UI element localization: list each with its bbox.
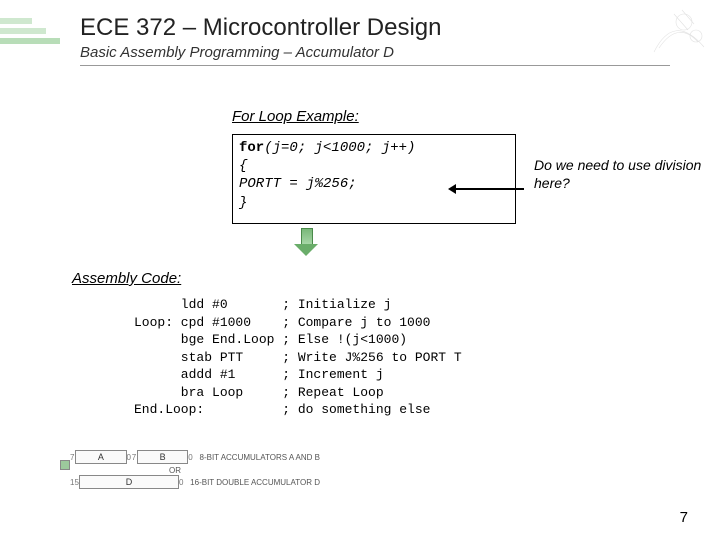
asm-line: End.Loop: ; do something else bbox=[134, 402, 430, 417]
reg-d: D bbox=[79, 475, 179, 489]
asm-line: ldd #0 ; Initialize j bbox=[134, 297, 391, 312]
asm-line: bra Loop ; Repeat Loop bbox=[134, 385, 384, 400]
bit-label: 0 bbox=[188, 453, 193, 462]
code-line-4: } bbox=[239, 194, 509, 212]
accumulator-diagram: 7 A 0 7 B 0 8-BIT ACCUMULATORS A AND B O… bbox=[70, 450, 320, 491]
example-heading: For Loop Example: bbox=[232, 108, 359, 125]
asm-line: stab PTT ; Write J%256 to PORT T bbox=[134, 350, 462, 365]
arrow-left-icon bbox=[454, 188, 524, 190]
code-keyword-for: for bbox=[239, 140, 264, 156]
bullet-icon bbox=[60, 460, 70, 470]
code-line-2: { bbox=[239, 157, 509, 175]
code-line-3: PORTT = j%256; bbox=[239, 175, 509, 193]
page-title: ECE 372 – Microcontroller Design bbox=[80, 14, 680, 42]
arrow-down-icon bbox=[296, 228, 316, 254]
reg-a: A bbox=[75, 450, 126, 464]
annotation-note: Do we need to use division here? bbox=[534, 156, 714, 192]
bit-label: 15 bbox=[70, 478, 79, 487]
asm-line: addd #1 ; Increment j bbox=[134, 367, 384, 382]
side-label-d: 16-BIT DOUBLE ACCUMULATOR D bbox=[190, 478, 320, 487]
page-number: 7 bbox=[680, 509, 688, 526]
c-code-block: for(j=0; j<1000; j++) { PORTT = j%256; } bbox=[232, 134, 516, 224]
reg-b: B bbox=[137, 450, 188, 464]
asm-line: Loop: cpd #1000 ; Compare j to 1000 bbox=[134, 315, 430, 330]
side-label-ab: 8-BIT ACCUMULATORS A AND B bbox=[200, 453, 320, 462]
assembly-code-block: ldd #0 ; Initialize j Loop: cpd #1000 ; … bbox=[134, 296, 462, 419]
asm-line: bge End.Loop ; Else !(j<1000) bbox=[134, 332, 407, 347]
bit-label: 0 bbox=[179, 478, 184, 487]
asm-heading: Assembly Code: bbox=[72, 270, 181, 287]
code-line-1: (j=0; j<1000; j++) bbox=[264, 140, 415, 156]
page-subtitle: Basic Assembly Programming – Accumulator… bbox=[80, 44, 670, 66]
or-label: OR bbox=[70, 466, 280, 475]
